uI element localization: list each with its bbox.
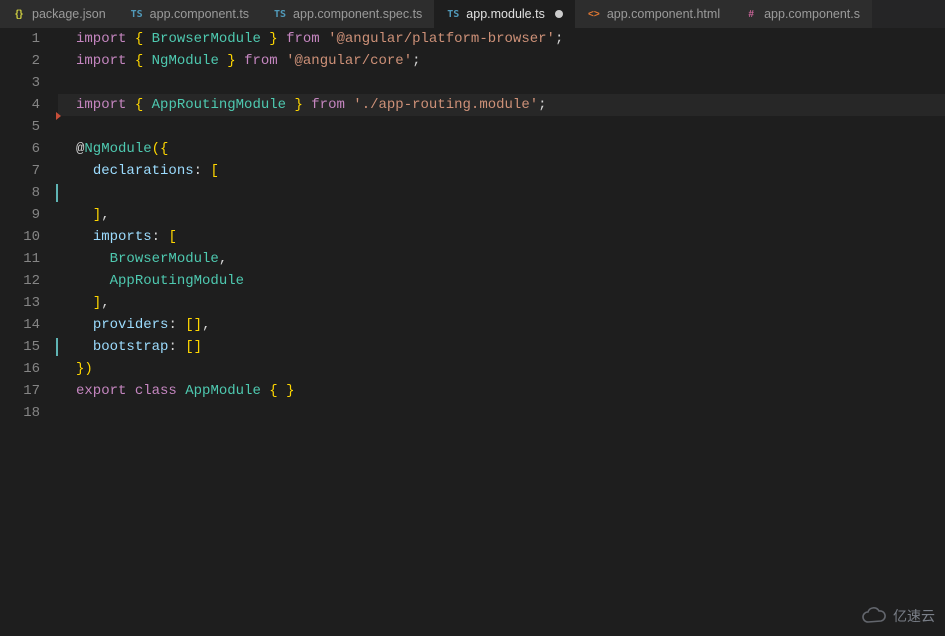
editor-tab-app-component-spec-ts[interactable]: TS app.component.spec.ts bbox=[261, 0, 434, 28]
json-file-icon: {} bbox=[12, 7, 26, 21]
code-line[interactable]: BrowserModule, bbox=[76, 248, 945, 270]
tab-label: app.component.s bbox=[764, 7, 860, 21]
line-number: 14 bbox=[0, 314, 40, 336]
line-number: 9 bbox=[0, 204, 40, 226]
html-file-icon: <> bbox=[587, 7, 601, 21]
line-number: 13 bbox=[0, 292, 40, 314]
code-line[interactable]: import { BrowserModule } from '@angular/… bbox=[76, 28, 945, 50]
line-number: 8 bbox=[0, 182, 40, 204]
tab-label: app.component.spec.ts bbox=[293, 7, 422, 21]
code-line[interactable]: AppRoutingModule bbox=[76, 270, 945, 292]
tab-label: app.component.ts bbox=[150, 7, 249, 21]
code-line[interactable]: providers: [], bbox=[76, 314, 945, 336]
ts-file-icon: TS bbox=[446, 7, 460, 21]
code-line[interactable]: bootstrap: [] bbox=[76, 336, 945, 358]
code-line[interactable]: declarations: [ bbox=[76, 160, 945, 182]
code-line[interactable] bbox=[76, 116, 945, 138]
line-number: 4 bbox=[0, 94, 40, 116]
code-line[interactable] bbox=[76, 72, 945, 94]
unsaved-indicator-icon bbox=[555, 10, 563, 18]
line-number: 3 bbox=[0, 72, 40, 94]
editor-tab-app-component-ts[interactable]: TS app.component.ts bbox=[118, 0, 261, 28]
watermark: 亿速云 bbox=[861, 606, 935, 626]
code-line[interactable]: ], bbox=[76, 292, 945, 314]
code-line[interactable] bbox=[76, 402, 945, 424]
editor-tab-app-module-ts[interactable]: TS app.module.ts bbox=[434, 0, 575, 28]
code-line[interactable]: imports: [ bbox=[76, 226, 945, 248]
line-number: 11 bbox=[0, 248, 40, 270]
tab-label: package.json bbox=[32, 7, 106, 21]
line-number: 1 bbox=[0, 28, 40, 50]
line-number: 2 bbox=[0, 50, 40, 72]
editor-tab-app-component-s[interactable]: # app.component.s bbox=[732, 0, 872, 28]
code-line[interactable]: import { NgModule } from '@angular/core'… bbox=[76, 50, 945, 72]
editor-tab-app-component-html[interactable]: <> app.component.html bbox=[575, 0, 732, 28]
tab-label: app.component.html bbox=[607, 7, 720, 21]
line-number: 15 bbox=[0, 336, 40, 358]
line-number: 17 bbox=[0, 380, 40, 402]
line-number: 12 bbox=[0, 270, 40, 292]
line-number-gutter: 123456789101112131415161718 bbox=[0, 28, 58, 636]
editor-tab-package-json[interactable]: {} package.json bbox=[0, 0, 118, 28]
tab-label: app.module.ts bbox=[466, 7, 545, 21]
code-line[interactable]: export class AppModule { } bbox=[76, 380, 945, 402]
watermark-text: 亿速云 bbox=[893, 606, 935, 626]
code-line[interactable]: }) bbox=[76, 358, 945, 380]
editor-content[interactable]: import { BrowserModule } from '@angular/… bbox=[58, 28, 945, 636]
line-number: 18 bbox=[0, 402, 40, 424]
scss-file-icon: # bbox=[744, 7, 758, 21]
line-number: 5 bbox=[0, 116, 40, 138]
line-number: 7 bbox=[0, 160, 40, 182]
code-editor[interactable]: 123456789101112131415161718 import { Bro… bbox=[0, 28, 945, 636]
line-number: 6 bbox=[0, 138, 40, 160]
line-number: 10 bbox=[0, 226, 40, 248]
line-number: 16 bbox=[0, 358, 40, 380]
code-line[interactable]: ], bbox=[76, 204, 945, 226]
code-line[interactable] bbox=[76, 182, 945, 204]
code-line[interactable]: @NgModule({ bbox=[76, 138, 945, 160]
ts-file-icon: TS bbox=[273, 7, 287, 21]
code-line[interactable]: import { AppRoutingModule } from './app-… bbox=[76, 94, 945, 116]
editor-tab-bar: {} package.json TS app.component.ts TS app.co… bbox=[0, 0, 945, 28]
cloud-icon bbox=[861, 607, 887, 625]
ts-file-icon: TS bbox=[130, 7, 144, 21]
